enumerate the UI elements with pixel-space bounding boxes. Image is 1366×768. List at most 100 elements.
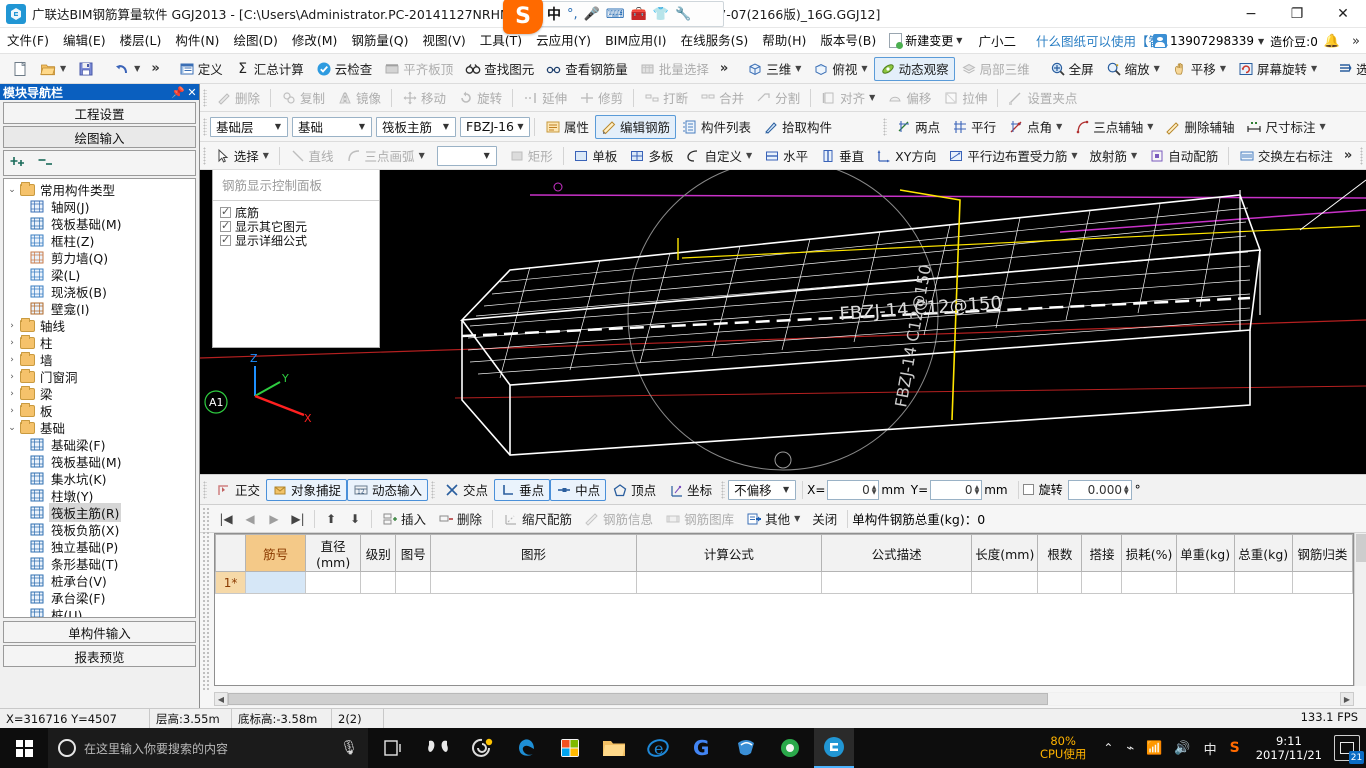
pick-component-button[interactable]: 拾取构件 bbox=[757, 115, 838, 139]
action-center-button[interactable]: 21 bbox=[1334, 735, 1360, 761]
screen-rotate-button[interactable]: 屏幕旋转 ▼ bbox=[1232, 57, 1323, 81]
column-header[interactable]: 级别 bbox=[361, 535, 396, 572]
edge-icon[interactable] bbox=[506, 728, 546, 768]
ime-mode-chinese[interactable]: 中 bbox=[547, 4, 561, 24]
ime-zh-icon[interactable]: 中 bbox=[1199, 739, 1222, 758]
delete-row-button[interactable]: 删除 bbox=[432, 507, 488, 531]
parallel-axis-button[interactable]: 平行 bbox=[946, 115, 1002, 139]
toolbar-overflow-1-icon[interactable]: » bbox=[146, 61, 164, 76]
zoom-button[interactable]: 缩放 ▼ bbox=[1100, 57, 1166, 81]
zoom-chevron-down-icon[interactable]: ▼ bbox=[1153, 64, 1160, 73]
column-header[interactable]: 单重(kg) bbox=[1176, 535, 1234, 572]
cad-viewport[interactable]: FBZJ-14 C12@150 FBZJ-14 C12@150 Z Y X A1… bbox=[200, 170, 1366, 474]
table-cell[interactable] bbox=[1234, 572, 1292, 594]
column-header[interactable]: 损耗(%) bbox=[1122, 535, 1176, 572]
hscroll-right-arrow-icon[interactable]: ▶ bbox=[1340, 692, 1354, 706]
horizontal-button[interactable]: 水平 bbox=[758, 144, 814, 168]
multi-slab-button[interactable]: 多板 bbox=[623, 144, 679, 168]
xy-direction-button[interactable]: XY方向 bbox=[870, 144, 942, 168]
new-change-button[interactable]: 新建变更 ▼ bbox=[883, 32, 968, 49]
checkbox-show-detail-formula[interactable] bbox=[220, 235, 231, 246]
chevron-right-icon[interactable]: › bbox=[4, 389, 20, 399]
tree-node[interactable]: 基础梁(F) bbox=[4, 436, 195, 453]
tree-node[interactable]: 桩(U) bbox=[4, 606, 195, 618]
category-combo-chevron-down-icon[interactable]: ▼ bbox=[355, 122, 369, 131]
rebar-display-control-panel[interactable]: 钢筋显示控制面板 底筋 显示其它图元 显示详细公式 bbox=[212, 170, 380, 348]
draw-option-combo[interactable]: ▼ bbox=[437, 146, 497, 166]
ime-punctuation-icon[interactable]: °, bbox=[567, 7, 578, 22]
tree-node[interactable]: ›门窗洞 bbox=[4, 368, 195, 385]
column-header[interactable]: 长度(mm) bbox=[972, 535, 1038, 572]
sidebar-tab-single-component[interactable]: 单构件输入 bbox=[3, 621, 196, 643]
menu-overflow-chevron-icon[interactable]: » bbox=[1346, 34, 1366, 49]
new-file-button[interactable] bbox=[6, 57, 34, 81]
tree-node[interactable]: ⌄常用构件类型 bbox=[4, 181, 195, 198]
collapse-all-icon[interactable] bbox=[38, 155, 56, 172]
task-view-icon[interactable] bbox=[374, 728, 414, 768]
define-button[interactable]: 定义 bbox=[173, 57, 229, 81]
volume-icon[interactable]: 🔊 bbox=[1170, 741, 1194, 756]
wrench-icon[interactable]: 🔧 bbox=[675, 7, 691, 22]
account-chevron-down-icon[interactable]: ▼ bbox=[1254, 37, 1270, 46]
save-button[interactable] bbox=[72, 57, 100, 81]
sidebar-tab-project-settings[interactable]: 工程设置 bbox=[3, 102, 196, 124]
cortana-circle-icon[interactable] bbox=[58, 739, 76, 757]
optbar-grip-2[interactable] bbox=[431, 481, 435, 499]
set-grip-button[interactable]: 设置夹点 bbox=[1002, 86, 1083, 110]
trim-button[interactable]: 修剪 bbox=[573, 86, 629, 110]
close-button[interactable]: ✕ bbox=[1320, 0, 1366, 28]
checkbox-bottom-rebar[interactable] bbox=[220, 207, 231, 218]
custom-chevron-down-icon[interactable]: ▼ bbox=[745, 151, 752, 160]
rebar-option-row[interactable]: 显示详细公式 bbox=[220, 233, 379, 247]
skin-icon[interactable]: 👕 bbox=[653, 7, 669, 22]
component-combo-chevron-down-icon[interactable]: ▼ bbox=[514, 122, 527, 131]
toolbar-draw-end-grip[interactable] bbox=[1360, 147, 1363, 165]
rebar-table-wrapper[interactable]: 筋号直径(mm)级别图号图形计算公式公式描述长度(mm)根数搭接损耗(%)单重(… bbox=[214, 533, 1354, 686]
offset-button[interactable]: 偏移 bbox=[881, 86, 937, 110]
last-record-icon[interactable]: ▶| bbox=[286, 512, 310, 526]
column-header[interactable]: 搭接 bbox=[1082, 535, 1122, 572]
undo-button[interactable]: ▼ bbox=[108, 57, 146, 81]
hscroll-track[interactable] bbox=[228, 693, 1340, 705]
local-3d-button[interactable]: 局部三维 bbox=[955, 57, 1036, 81]
chevron-down-icon[interactable]: ▼ bbox=[956, 36, 962, 45]
object-snap-toggle[interactable]: 对象捕捉 bbox=[266, 479, 347, 501]
align-chevron-down-icon[interactable]: ▼ bbox=[868, 93, 875, 102]
toolbar-draw-grip[interactable] bbox=[203, 147, 206, 165]
offset-mode-chevron-down-icon[interactable]: ▼ bbox=[779, 485, 793, 494]
cloud-check-button[interactable]: 云检查 bbox=[310, 57, 379, 81]
delete-axis-button[interactable]: 删除辅轴 bbox=[1159, 115, 1240, 139]
rotate-checkbox[interactable] bbox=[1023, 484, 1034, 495]
open-file-chevron-down-icon[interactable]: ▼ bbox=[59, 64, 66, 73]
menu-view[interactable]: 视图(V) bbox=[415, 28, 472, 54]
tree-node[interactable]: 轴网(J) bbox=[4, 198, 195, 215]
tree-node[interactable]: 筏板基础(M) bbox=[4, 215, 195, 232]
screen-rotate-chevron-down-icon[interactable]: ▼ bbox=[1310, 64, 1317, 73]
top-view-chevron-down-icon[interactable]: ▼ bbox=[860, 64, 867, 73]
y-offset-input[interactable]: 0 ▲▼ bbox=[930, 480, 982, 500]
tree-node[interactable]: 框柱(Z) bbox=[4, 232, 195, 249]
ortho-toggle[interactable]: 正交 bbox=[210, 479, 266, 501]
dynamic-observe-button[interactable]: 动态观察 bbox=[874, 57, 955, 81]
tree-node[interactable]: 柱墩(Y) bbox=[4, 487, 195, 504]
rotate-input[interactable]: 0.000 ▲▼ bbox=[1068, 480, 1132, 500]
three-point-axis-chevron-down-icon[interactable]: ▼ bbox=[1146, 122, 1153, 131]
menu-help[interactable]: 帮助(H) bbox=[755, 28, 813, 54]
toolbar-modify-grip[interactable] bbox=[203, 89, 207, 107]
vertical-button[interactable]: 垂直 bbox=[814, 144, 870, 168]
x-spinner[interactable]: ▲▼ bbox=[872, 485, 877, 495]
ggj-app-icon[interactable] bbox=[814, 728, 854, 768]
tree-node[interactable]: 剪力墙(Q) bbox=[4, 249, 195, 266]
taskbar-search-box[interactable]: 在这里输入你要搜索的内容 🎙 bbox=[48, 728, 368, 768]
arc-chevron-down-icon[interactable]: ▼ bbox=[418, 151, 425, 160]
floor-combo[interactable]: 基础层 ▼ bbox=[210, 117, 288, 137]
tree-node[interactable]: ›轴线 bbox=[4, 317, 195, 334]
intersection-snap-toggle[interactable]: 交点 bbox=[438, 479, 494, 501]
custom-button[interactable]: 自定义 ▼ bbox=[679, 144, 758, 168]
firefox-icon[interactable] bbox=[770, 728, 810, 768]
column-header[interactable]: 筋号 bbox=[246, 535, 306, 572]
minimize-button[interactable]: − bbox=[1228, 0, 1274, 28]
table-cell[interactable] bbox=[431, 572, 636, 594]
menu-rebar-quantity[interactable]: 钢筋量(Q) bbox=[344, 28, 415, 54]
delete-button[interactable]: 删除 bbox=[210, 86, 266, 110]
